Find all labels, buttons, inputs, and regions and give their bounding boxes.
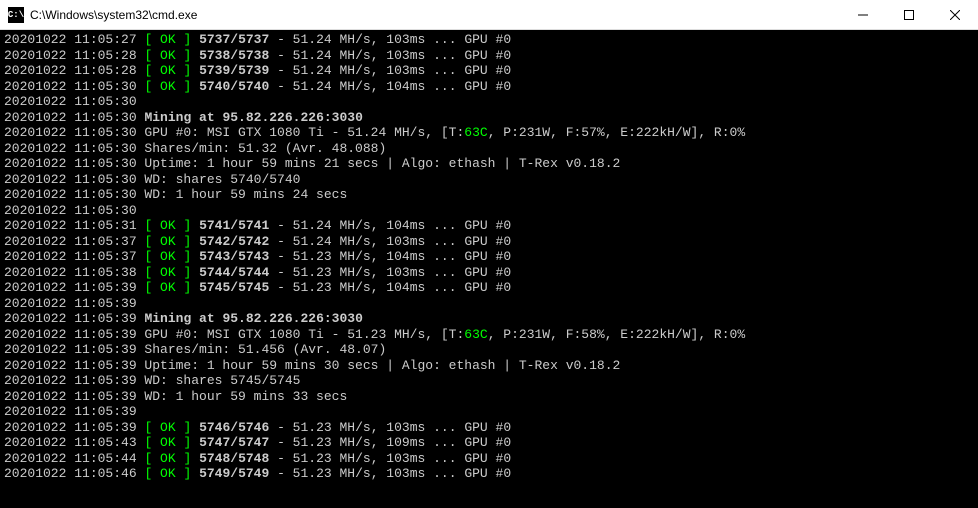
- ok-marker: [ OK ]: [144, 79, 191, 94]
- ok-marker: [ OK ]: [144, 280, 191, 295]
- console-line: 20201022 11:05:37 [ OK ] 5743/5743 - 51.…: [4, 249, 974, 265]
- ok-marker: [ OK ]: [144, 265, 191, 280]
- titlebar[interactable]: C:\ C:\Windows\system32\cmd.exe: [0, 0, 978, 30]
- gpu-temp: 63C: [464, 125, 487, 140]
- console-line: 20201022 11:05:30: [4, 94, 974, 110]
- ok-marker: [ OK ]: [144, 420, 191, 435]
- share-count: 5741/5741: [199, 218, 269, 233]
- ok-marker: [ OK ]: [144, 451, 191, 466]
- console-line: 20201022 11:05:28 [ OK ] 5738/5738 - 51.…: [4, 48, 974, 64]
- console-line: 20201022 11:05:39 [ OK ] 5746/5746 - 51.…: [4, 420, 974, 436]
- minimize-icon: [858, 10, 868, 20]
- console-line: 20201022 11:05:39: [4, 296, 974, 312]
- console-line: 20201022 11:05:39 [ OK ] 5745/5745 - 51.…: [4, 280, 974, 296]
- share-count: 5747/5747: [199, 435, 269, 450]
- window-controls: [840, 0, 978, 29]
- maximize-button[interactable]: [886, 0, 932, 29]
- ok-marker: [ OK ]: [144, 32, 191, 47]
- console-line: 20201022 11:05:30 [ OK ] 5740/5740 - 51.…: [4, 79, 974, 95]
- minimize-button[interactable]: [840, 0, 886, 29]
- console-line: 20201022 11:05:30 GPU #0: MSI GTX 1080 T…: [4, 125, 974, 141]
- console-line: 20201022 11:05:44 [ OK ] 5748/5748 - 51.…: [4, 451, 974, 467]
- console-line: 20201022 11:05:37 [ OK ] 5742/5742 - 51.…: [4, 234, 974, 250]
- console-line: 20201022 11:05:39 WD: shares 5745/5745: [4, 373, 974, 389]
- console-line: 20201022 11:05:30 Uptime: 1 hour 59 mins…: [4, 156, 974, 172]
- share-count: 5743/5743: [199, 249, 269, 264]
- share-count: 5744/5744: [199, 265, 269, 280]
- maximize-icon: [904, 10, 914, 20]
- ok-marker: [ OK ]: [144, 218, 191, 233]
- close-button[interactable]: [932, 0, 978, 29]
- console-line: 20201022 11:05:46 [ OK ] 5749/5749 - 51.…: [4, 466, 974, 482]
- share-count: 5739/5739: [199, 63, 269, 78]
- window-title: C:\Windows\system32\cmd.exe: [30, 8, 840, 22]
- share-count: 5737/5737: [199, 32, 269, 47]
- console-line: 20201022 11:05:39 WD: 1 hour 59 mins 33 …: [4, 389, 974, 405]
- console-line: 20201022 11:05:39 Uptime: 1 hour 59 mins…: [4, 358, 974, 374]
- ok-marker: [ OK ]: [144, 435, 191, 450]
- ok-marker: [ OK ]: [144, 234, 191, 249]
- close-icon: [950, 10, 960, 20]
- share-count: 5746/5746: [199, 420, 269, 435]
- cmd-window: C:\ C:\Windows\system32\cmd.exe 20201022…: [0, 0, 978, 508]
- share-count: 5745/5745: [199, 280, 269, 295]
- console-line: 20201022 11:05:30: [4, 203, 974, 219]
- console-line: 20201022 11:05:43 [ OK ] 5747/5747 - 51.…: [4, 435, 974, 451]
- console-line: 20201022 11:05:39 GPU #0: MSI GTX 1080 T…: [4, 327, 974, 343]
- ok-marker: [ OK ]: [144, 63, 191, 78]
- console-line: 20201022 11:05:31 [ OK ] 5741/5741 - 51.…: [4, 218, 974, 234]
- console-line: 20201022 11:05:38 [ OK ] 5744/5744 - 51.…: [4, 265, 974, 281]
- console-line: 20201022 11:05:39 Shares/min: 51.456 (Av…: [4, 342, 974, 358]
- share-count: 5738/5738: [199, 48, 269, 63]
- share-count: 5740/5740: [199, 79, 269, 94]
- cmd-icon: C:\: [8, 7, 24, 23]
- ok-marker: [ OK ]: [144, 249, 191, 264]
- console-line: 20201022 11:05:30 WD: shares 5740/5740: [4, 172, 974, 188]
- console-line: 20201022 11:05:30 Shares/min: 51.32 (Avr…: [4, 141, 974, 157]
- console-output[interactable]: 20201022 11:05:27 [ OK ] 5737/5737 - 51.…: [0, 30, 978, 508]
- console-line: 20201022 11:05:39 Mining at 95.82.226.22…: [4, 311, 974, 327]
- console-line: 20201022 11:05:28 [ OK ] 5739/5739 - 51.…: [4, 63, 974, 79]
- ok-marker: [ OK ]: [144, 466, 191, 481]
- share-count: 5742/5742: [199, 234, 269, 249]
- console-line: 20201022 11:05:30 Mining at 95.82.226.22…: [4, 110, 974, 126]
- console-line: 20201022 11:05:39: [4, 404, 974, 420]
- gpu-temp: 63C: [464, 327, 487, 342]
- ok-marker: [ OK ]: [144, 48, 191, 63]
- share-count: 5748/5748: [199, 451, 269, 466]
- console-line: 20201022 11:05:30 WD: 1 hour 59 mins 24 …: [4, 187, 974, 203]
- console-line: 20201022 11:05:27 [ OK ] 5737/5737 - 51.…: [4, 32, 974, 48]
- share-count: 5749/5749: [199, 466, 269, 481]
